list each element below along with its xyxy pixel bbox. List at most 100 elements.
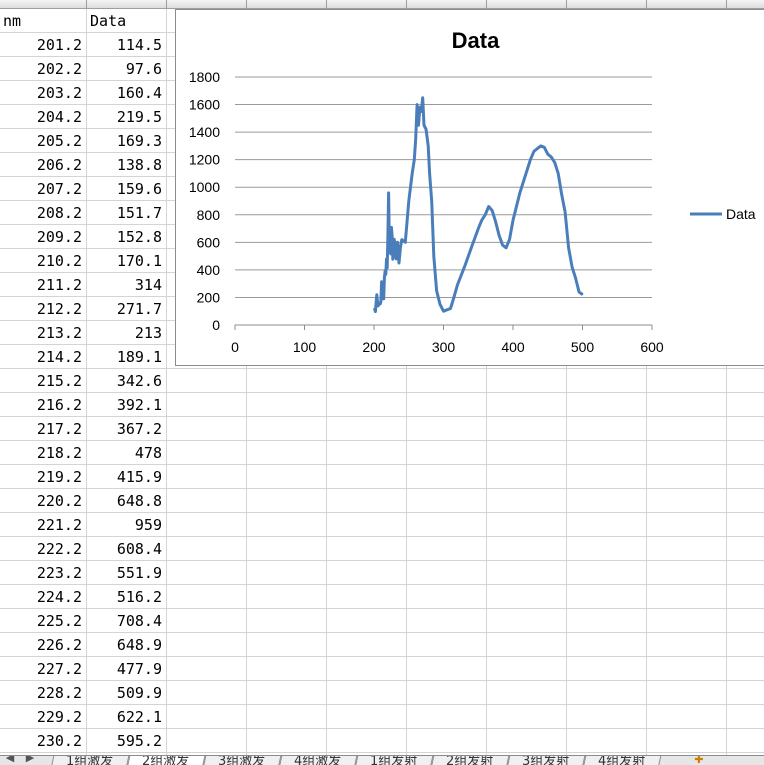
table-row: 209.2 152.8: [0, 225, 167, 249]
cell-data[interactable]: 342.6: [87, 369, 166, 392]
table-row: 227.2 477.9: [0, 657, 167, 681]
cell-data[interactable]: 509.9: [87, 681, 166, 704]
cell-nm[interactable]: 203.2: [0, 81, 86, 104]
cell-nm[interactable]: 205.2: [0, 129, 86, 152]
column-separator[interactable]: [86, 0, 87, 8]
cell-data[interactable]: 608.4: [87, 537, 166, 560]
cell-nm[interactable]: 220.2: [0, 489, 86, 512]
y-tick-label: 0: [212, 317, 220, 333]
table-row: 230.2 595.2: [0, 729, 167, 753]
cell-data[interactable]: 392.1: [87, 393, 166, 416]
cell-data[interactable]: 415.9: [87, 465, 166, 488]
cell-data[interactable]: 219.5: [87, 105, 166, 128]
table-row: 204.2 219.5: [0, 105, 167, 129]
cell-data[interactable]: 551.9: [87, 561, 166, 584]
table-row: 212.2 271.7: [0, 297, 167, 321]
cell-nm[interactable]: 210.2: [0, 249, 86, 272]
cell-data[interactable]: 114.5: [87, 33, 166, 56]
cell-header-nm[interactable]: nm: [0, 9, 86, 32]
cell-nm[interactable]: 224.2: [0, 585, 86, 608]
cell-nm[interactable]: 209.2: [0, 225, 86, 248]
table-row: 221.2 959: [0, 513, 167, 537]
cell-nm[interactable]: 221.2: [0, 513, 86, 536]
y-tick-label: 1000: [189, 179, 220, 195]
cell-data[interactable]: 160.4: [87, 81, 166, 104]
cell-nm[interactable]: 208.2: [0, 201, 86, 224]
cell-data[interactable]: 170.1: [87, 249, 166, 272]
cell-data[interactable]: 97.6: [87, 57, 166, 80]
legend-label: Data: [726, 206, 756, 222]
column-separator[interactable]: [486, 0, 487, 8]
table-row: 210.2 170.1: [0, 249, 167, 273]
column-separator[interactable]: [246, 0, 247, 8]
cell-nm[interactable]: 215.2: [0, 369, 86, 392]
cell-data[interactable]: 516.2: [87, 585, 166, 608]
cell-data[interactable]: 169.3: [87, 129, 166, 152]
cell-nm[interactable]: 214.2: [0, 345, 86, 368]
cell-nm[interactable]: 216.2: [0, 393, 86, 416]
y-tick-label: 1800: [189, 69, 220, 85]
table-row: 225.2 708.4: [0, 609, 167, 633]
cell-nm[interactable]: 228.2: [0, 681, 86, 704]
cell-nm[interactable]: 223.2: [0, 561, 86, 584]
table-row: 205.2 169.3: [0, 129, 167, 153]
column-separator[interactable]: [406, 0, 407, 8]
cell-data[interactable]: 648.8: [87, 489, 166, 512]
cell-nm[interactable]: 217.2: [0, 417, 86, 440]
cell-header-data[interactable]: Data: [87, 9, 166, 32]
table-row: 201.2 114.5: [0, 33, 167, 57]
table-row: 213.2 213: [0, 321, 167, 345]
cell-data[interactable]: 138.8: [87, 153, 166, 176]
y-tick-label: 1400: [189, 124, 220, 140]
cell-data[interactable]: 478: [87, 441, 166, 464]
cell-data[interactable]: 151.7: [87, 201, 166, 224]
column-header-bar[interactable]: [0, 0, 764, 9]
column-separator[interactable]: [646, 0, 647, 8]
cell-data[interactable]: 271.7: [87, 297, 166, 320]
table-row: 228.2 509.9: [0, 681, 167, 705]
cell-nm[interactable]: 212.2: [0, 297, 86, 320]
table-row: 211.2 314: [0, 273, 167, 297]
column-separator[interactable]: [326, 0, 327, 8]
cell-nm[interactable]: 218.2: [0, 441, 86, 464]
cell-nm[interactable]: 204.2: [0, 105, 86, 128]
cell-nm[interactable]: 227.2: [0, 657, 86, 680]
cell-data[interactable]: 189.1: [87, 345, 166, 368]
column-separator[interactable]: [166, 0, 167, 8]
cell-nm[interactable]: 225.2: [0, 609, 86, 632]
cell-data[interactable]: 708.4: [87, 609, 166, 632]
line-chart: Data 0 200 400 600 800 1000 1200 1400 1600 1800 0 10…: [189, 28, 756, 355]
cell-nm[interactable]: 230.2: [0, 729, 86, 752]
table-row: 207.2 159.6: [0, 177, 167, 201]
column-separator[interactable]: [566, 0, 567, 8]
cell-nm[interactable]: 201.2: [0, 33, 86, 56]
cell-data[interactable]: 152.8: [87, 225, 166, 248]
cell-nm[interactable]: 202.2: [0, 57, 86, 80]
cell-data[interactable]: 595.2: [87, 729, 166, 752]
cell-nm[interactable]: 229.2: [0, 705, 86, 728]
cell-data[interactable]: 314: [87, 273, 166, 296]
cell-nm[interactable]: 211.2: [0, 273, 86, 296]
cell-nm[interactable]: 226.2: [0, 633, 86, 656]
cell-nm[interactable]: 206.2: [0, 153, 86, 176]
cell-data[interactable]: 159.6: [87, 177, 166, 200]
cell-data[interactable]: 959: [87, 513, 166, 536]
cell-data[interactable]: 367.2: [87, 417, 166, 440]
cell-data[interactable]: 622.1: [87, 705, 166, 728]
x-tick-label: 400: [501, 339, 525, 355]
cell-data[interactable]: 213: [87, 321, 166, 344]
cell-data[interactable]: 648.9: [87, 633, 166, 656]
cell-nm[interactable]: 207.2: [0, 177, 86, 200]
x-tick-label: 100: [293, 339, 317, 355]
cell-nm[interactable]: 222.2: [0, 537, 86, 560]
y-tick-label: 600: [197, 234, 221, 250]
column-separator[interactable]: [726, 0, 727, 8]
cell-nm[interactable]: 213.2: [0, 321, 86, 344]
table-row: 229.2 622.1: [0, 705, 167, 729]
table-row: 214.2 189.1: [0, 345, 167, 369]
table-row: 202.2 97.6: [0, 57, 167, 81]
chart-area[interactable]: Data 0 200 400 600 800 1000 1200 1400 1600 1800 0 10…: [175, 9, 764, 366]
cell-nm[interactable]: 219.2: [0, 465, 86, 488]
cell-data[interactable]: 477.9: [87, 657, 166, 680]
x-tick-label: 300: [432, 339, 456, 355]
